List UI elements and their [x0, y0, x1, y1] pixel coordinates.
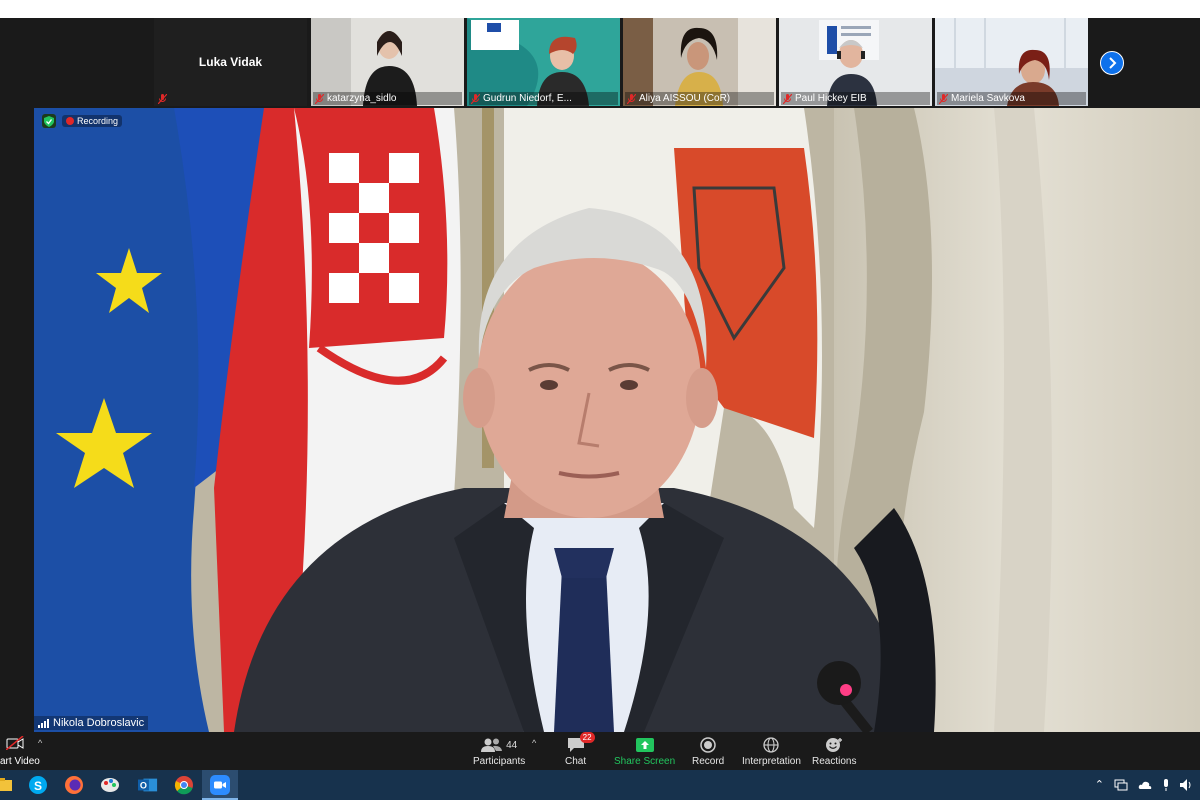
speaker-name: Nikola Dobroslavic — [53, 717, 145, 729]
participant-name: katarzyna_sidlo — [327, 93, 397, 104]
speaker-nameplate: Nikola Dobroslavic — [34, 716, 149, 730]
mic-muted-icon — [939, 93, 948, 104]
globe-icon — [763, 736, 780, 754]
reactions-smiley-icon — [825, 736, 843, 754]
start-video-button[interactable]: ^ art Video — [0, 734, 60, 770]
firefox-icon[interactable] — [64, 775, 84, 795]
participant-tile[interactable]: Luka Vidak — [154, 18, 307, 106]
record-button[interactable]: Record — [692, 736, 724, 767]
participant-tile[interactable]: Gudrun Niedorf, E... — [467, 18, 620, 106]
mic-muted-icon — [627, 93, 636, 104]
meeting-status: Recording — [42, 114, 123, 128]
recording-indicator[interactable]: Recording — [62, 115, 123, 127]
paint-icon[interactable] — [100, 775, 120, 795]
interpretation-label: Interpretation — [742, 756, 801, 767]
participant-name: Gudrun Niedorf, E... — [483, 93, 572, 104]
participants-count: 44 — [506, 739, 518, 751]
participant-tile[interactable]: katarzyna_sidlo — [311, 18, 464, 106]
microphone-icon[interactable] — [1162, 778, 1170, 791]
participant-nameplate: Mariela Savkova — [937, 92, 1086, 105]
mic-muted-icon — [471, 93, 480, 104]
interpretation-button[interactable]: Interpretation — [742, 736, 801, 767]
reactions-label: Reactions — [812, 756, 857, 767]
mic-muted-icon — [315, 93, 324, 104]
participant-name: Paul Hickey EIB — [795, 93, 867, 104]
encryption-shield-icon[interactable] — [42, 114, 56, 128]
outlook-icon[interactable]: O — [138, 775, 158, 795]
participant-name-large: Luka Vidak — [198, 55, 263, 69]
start-video-label: art Video — [0, 756, 40, 767]
system-tray: ⌃ — [1095, 778, 1194, 791]
network-icon[interactable] — [1114, 779, 1128, 791]
record-icon — [700, 736, 716, 754]
participants-icon: 44 — [481, 736, 517, 754]
participant-tile[interactable]: Paul Hickey EIB — [779, 18, 932, 106]
tray-expand-icon[interactable]: ⌃ — [1095, 778, 1104, 791]
chat-label: Chat — [565, 756, 587, 767]
participant-nameplate: Gudrun Niedorf, E... — [469, 92, 618, 105]
skype-icon[interactable]: S — [28, 775, 48, 795]
record-label: Record — [692, 756, 725, 767]
zoom-taskbar-active[interactable] — [202, 770, 238, 800]
chat-unread-badge: 22 — [579, 732, 595, 743]
participant-nameplate: Aliya AISSOU (CoR) — [625, 92, 774, 105]
zoom-app-icon — [210, 775, 230, 795]
participant-tile[interactable]: Aliya AISSOU (CoR) — [623, 18, 776, 106]
svg-text:O: O — [140, 781, 147, 791]
recording-label: Recording — [77, 116, 119, 126]
participant-nameplate: Paul Hickey EIB — [781, 92, 930, 105]
participant-tile[interactable]: Mariela Savkova — [935, 18, 1088, 106]
video-options-chevron-icon[interactable]: ^ — [38, 738, 42, 748]
participant-name: Aliya AISSOU (CoR) — [639, 93, 731, 104]
speaker-volume-icon[interactable] — [1180, 778, 1194, 791]
os-taskbar: S O ⌃ — [0, 770, 1200, 800]
participant-nameplate — [156, 93, 305, 105]
speaker-video-frame — [34, 108, 1200, 732]
chat-icon: 22 — [567, 732, 595, 754]
participants-label: Participants — [473, 756, 526, 767]
participant-strip: Luka Vidak katarzyna_sidlo Gudrun Niedor… — [0, 18, 1200, 108]
mic-muted-icon — [158, 94, 167, 104]
file-explorer-icon[interactable] — [0, 775, 16, 795]
svg-text:S: S — [34, 779, 42, 793]
video-off-icon — [6, 736, 24, 750]
chat-button[interactable]: 22 Chat — [565, 732, 595, 767]
reactions-button[interactable]: Reactions — [812, 736, 856, 767]
chrome-icon[interactable] — [174, 775, 194, 795]
mic-muted-icon — [783, 93, 792, 104]
main-speaker-video: Recording Nikola Dobroslavic — [34, 108, 1200, 732]
next-page-button[interactable] — [1100, 51, 1124, 75]
signal-strength-icon — [38, 718, 49, 728]
recording-dot-icon — [66, 117, 74, 125]
share-screen-button[interactable]: Share Screen — [614, 736, 675, 767]
share-screen-label: Share Screen — [614, 756, 676, 767]
participants-options-chevron-icon[interactable]: ^ — [532, 738, 536, 748]
zoom-window: Luka Vidak katarzyna_sidlo Gudrun Niedor… — [0, 18, 1200, 770]
onedrive-cloud-icon[interactable] — [1138, 780, 1152, 790]
share-screen-icon — [635, 736, 654, 754]
chevron-right-icon — [1109, 57, 1117, 69]
participant-nameplate: katarzyna_sidlo — [313, 92, 462, 105]
participant-name: Mariela Savkova — [951, 93, 1025, 104]
participants-button[interactable]: 44 Participants — [473, 736, 525, 767]
meeting-toolbar: ^ art Video 44 Participants ^ 22 Chat Sh… — [0, 732, 1200, 770]
